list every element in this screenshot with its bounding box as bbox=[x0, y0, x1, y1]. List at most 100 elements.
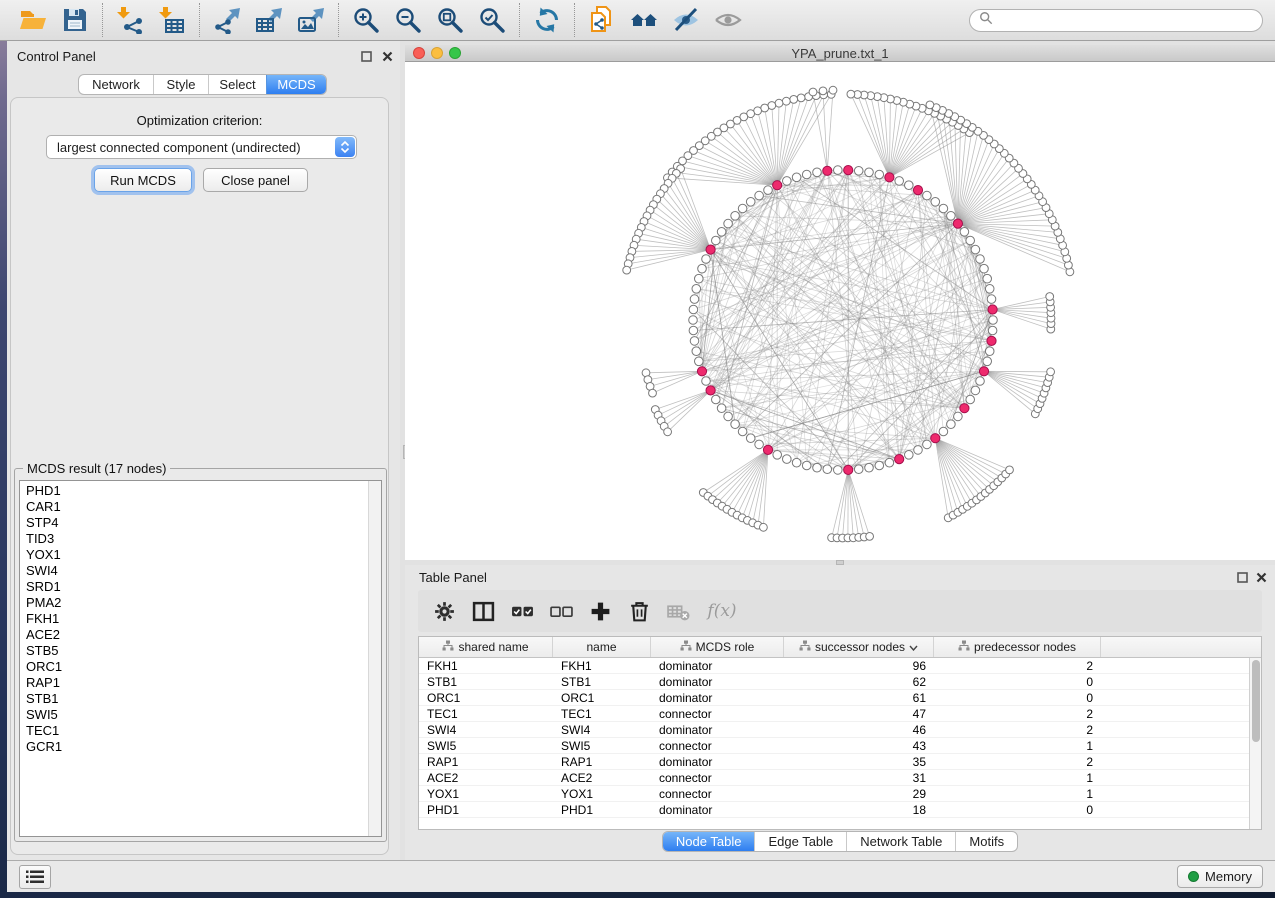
tab-network-table[interactable]: Network Table bbox=[846, 832, 955, 851]
column-header-MCDS-role[interactable]: MCDS role bbox=[651, 637, 784, 657]
deselect-all-icon[interactable] bbox=[549, 599, 573, 623]
sort-descending-icon bbox=[909, 640, 918, 654]
result-item[interactable]: FKH1 bbox=[20, 611, 381, 627]
tab-select[interactable]: Select bbox=[208, 75, 266, 94]
result-item[interactable]: CAR1 bbox=[20, 499, 381, 515]
cell-name: ACE2 bbox=[553, 771, 651, 785]
result-item[interactable]: YOX1 bbox=[20, 547, 381, 563]
table-row[interactable]: RAP1RAP1dominator352 bbox=[419, 754, 1261, 770]
column-header-predecessor-nodes[interactable]: predecessor nodes bbox=[934, 637, 1101, 657]
criterion-value: largest connected component (undirected) bbox=[57, 140, 301, 155]
export-network-icon[interactable] bbox=[212, 5, 242, 35]
table-body: FKH1FKH1dominator962STB1STB1dominator620… bbox=[419, 658, 1261, 818]
cell-successor-nodes: 18 bbox=[784, 803, 934, 817]
close-panel-button[interactable]: Close panel bbox=[203, 168, 308, 192]
close-panel-icon[interactable] bbox=[1254, 570, 1268, 584]
result-item[interactable]: SRD1 bbox=[20, 579, 381, 595]
select-all-icon[interactable] bbox=[510, 599, 534, 623]
table-row[interactable]: STB1STB1dominator620 bbox=[419, 674, 1261, 690]
column-header-shared-name[interactable]: shared name bbox=[419, 637, 553, 657]
first-neighbors-icon[interactable] bbox=[629, 5, 659, 35]
cell-shared-name: TEC1 bbox=[419, 707, 553, 721]
import-table-icon[interactable] bbox=[157, 5, 187, 35]
main-toolbar bbox=[0, 0, 1275, 41]
table-row[interactable]: YOX1YOX1connector291 bbox=[419, 786, 1261, 802]
refresh-icon[interactable] bbox=[532, 5, 562, 35]
float-panel-icon[interactable] bbox=[1235, 570, 1249, 584]
import-network-icon[interactable] bbox=[115, 5, 145, 35]
result-item[interactable]: GCR1 bbox=[20, 739, 381, 755]
result-item[interactable]: TEC1 bbox=[20, 723, 381, 739]
scrollbar-thumb[interactable] bbox=[1252, 660, 1260, 742]
result-item[interactable]: SWI5 bbox=[20, 707, 381, 723]
tab-motifs[interactable]: Motifs bbox=[955, 832, 1017, 851]
add-column-icon[interactable] bbox=[588, 599, 612, 623]
result-item[interactable]: RAP1 bbox=[20, 675, 381, 691]
table-row[interactable]: SWI5SWI5connector431 bbox=[419, 738, 1261, 754]
result-item[interactable]: ACE2 bbox=[20, 627, 381, 643]
tab-network[interactable]: Network bbox=[79, 75, 153, 94]
table-row[interactable]: FKH1FKH1dominator962 bbox=[419, 658, 1261, 674]
network-canvas[interactable] bbox=[405, 62, 1275, 560]
zoom-out-icon[interactable] bbox=[393, 5, 423, 35]
result-item[interactable]: PHD1 bbox=[20, 481, 381, 499]
result-item[interactable]: STP4 bbox=[20, 515, 381, 531]
column-label: shared name bbox=[458, 640, 528, 654]
column-header-name[interactable]: name bbox=[553, 637, 651, 657]
cell-successor-nodes: 62 bbox=[784, 675, 934, 689]
result-item[interactable]: TID3 bbox=[20, 531, 381, 547]
toggle-panel-icon[interactable] bbox=[471, 599, 495, 623]
open-file-icon[interactable] bbox=[18, 5, 48, 35]
zoom-in-icon[interactable] bbox=[351, 5, 381, 35]
zoom-selected-icon[interactable] bbox=[477, 5, 507, 35]
cell-MCDS-role: connector bbox=[651, 739, 784, 753]
settings-gear-icon[interactable] bbox=[432, 599, 456, 623]
table-row[interactable]: SWI4SWI4dominator462 bbox=[419, 722, 1261, 738]
export-table-icon[interactable] bbox=[254, 5, 284, 35]
tab-mcds[interactable]: MCDS bbox=[266, 75, 326, 94]
result-item[interactable]: ORC1 bbox=[20, 659, 381, 675]
cell-name: YOX1 bbox=[553, 787, 651, 801]
control-panel-title: Control Panel bbox=[17, 49, 96, 64]
result-list-scrollbar[interactable] bbox=[368, 481, 381, 836]
result-item[interactable]: SWI4 bbox=[20, 563, 381, 579]
zoom-fit-icon[interactable] bbox=[435, 5, 465, 35]
cell-MCDS-role: dominator bbox=[651, 755, 784, 769]
tab-style[interactable]: Style bbox=[153, 75, 208, 94]
float-panel-icon[interactable] bbox=[359, 49, 373, 63]
tab-edge-table[interactable]: Edge Table bbox=[754, 832, 846, 851]
result-item[interactable]: STB5 bbox=[20, 643, 381, 659]
close-panel-icon[interactable] bbox=[380, 49, 394, 63]
criterion-dropdown[interactable]: largest connected component (undirected) bbox=[46, 135, 357, 159]
task-history-button[interactable] bbox=[19, 865, 51, 889]
delete-column-icon[interactable] bbox=[627, 599, 651, 623]
tab-node-table[interactable]: Node Table bbox=[663, 832, 755, 851]
cell-shared-name: YOX1 bbox=[419, 787, 553, 801]
cell-successor-nodes: 29 bbox=[784, 787, 934, 801]
table-row[interactable]: ACE2ACE2connector311 bbox=[419, 770, 1261, 786]
save-session-icon[interactable] bbox=[60, 5, 90, 35]
cell-successor-nodes: 46 bbox=[784, 723, 934, 737]
status-bar: Memory bbox=[7, 860, 1275, 892]
mcds-panel: Optimization criterion: largest connecte… bbox=[10, 97, 389, 855]
cell-MCDS-role: dominator bbox=[651, 691, 784, 705]
table-row[interactable]: PHD1PHD1dominator180 bbox=[419, 802, 1261, 818]
search-box[interactable] bbox=[969, 9, 1263, 32]
result-item[interactable]: PMA2 bbox=[20, 595, 381, 611]
memory-button[interactable]: Memory bbox=[1177, 865, 1263, 888]
memory-status-icon bbox=[1188, 871, 1199, 882]
cell-shared-name: RAP1 bbox=[419, 755, 553, 769]
clone-network-icon[interactable] bbox=[587, 5, 617, 35]
table-row[interactable]: TEC1TEC1connector472 bbox=[419, 706, 1261, 722]
search-input[interactable] bbox=[998, 13, 1253, 27]
table-row[interactable]: ORC1ORC1dominator610 bbox=[419, 690, 1261, 706]
export-image-icon[interactable] bbox=[296, 5, 326, 35]
cell-MCDS-role: dominator bbox=[651, 803, 784, 817]
run-mcds-button[interactable]: Run MCDS bbox=[94, 168, 192, 192]
cell-predecessor-nodes: 1 bbox=[934, 787, 1101, 801]
hide-selected-icon[interactable] bbox=[671, 5, 701, 35]
cell-name: RAP1 bbox=[553, 755, 651, 769]
cell-shared-name: ACE2 bbox=[419, 771, 553, 785]
column-header-successor-nodes[interactable]: successor nodes bbox=[784, 637, 934, 657]
result-item[interactable]: STB1 bbox=[20, 691, 381, 707]
